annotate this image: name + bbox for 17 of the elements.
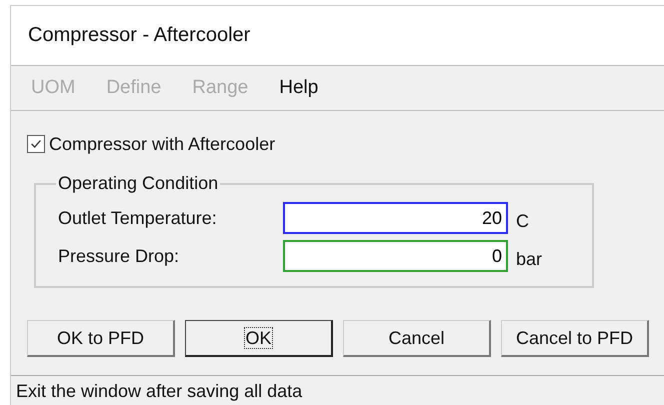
input-field[interactable]: 0 xyxy=(283,240,508,272)
dialog-button[interactable]: OK xyxy=(185,320,333,357)
checkbox-label: Compressor with Aftercooler xyxy=(49,134,276,154)
check-icon xyxy=(29,137,43,151)
unit-label: C xyxy=(516,210,529,232)
status-bar: Exit the window after saving all data xyxy=(11,375,664,405)
dialog-button[interactable]: OK to PFD xyxy=(27,320,175,357)
checkbox[interactable] xyxy=(27,135,45,153)
unit-label: bar xyxy=(516,248,542,270)
window-title: Compressor - Aftercooler xyxy=(28,24,250,47)
field-label: Pressure Drop: xyxy=(58,246,180,266)
menu-item[interactable]: Help xyxy=(279,77,318,99)
dialog-button[interactable]: Cancel xyxy=(343,320,491,357)
dialog-button[interactable]: Cancel to PFD xyxy=(501,320,649,357)
group-title: Operating Condition xyxy=(57,173,220,194)
input-field[interactable]: 20 xyxy=(283,202,508,234)
field-label: Outlet Temperature: xyxy=(58,208,218,228)
